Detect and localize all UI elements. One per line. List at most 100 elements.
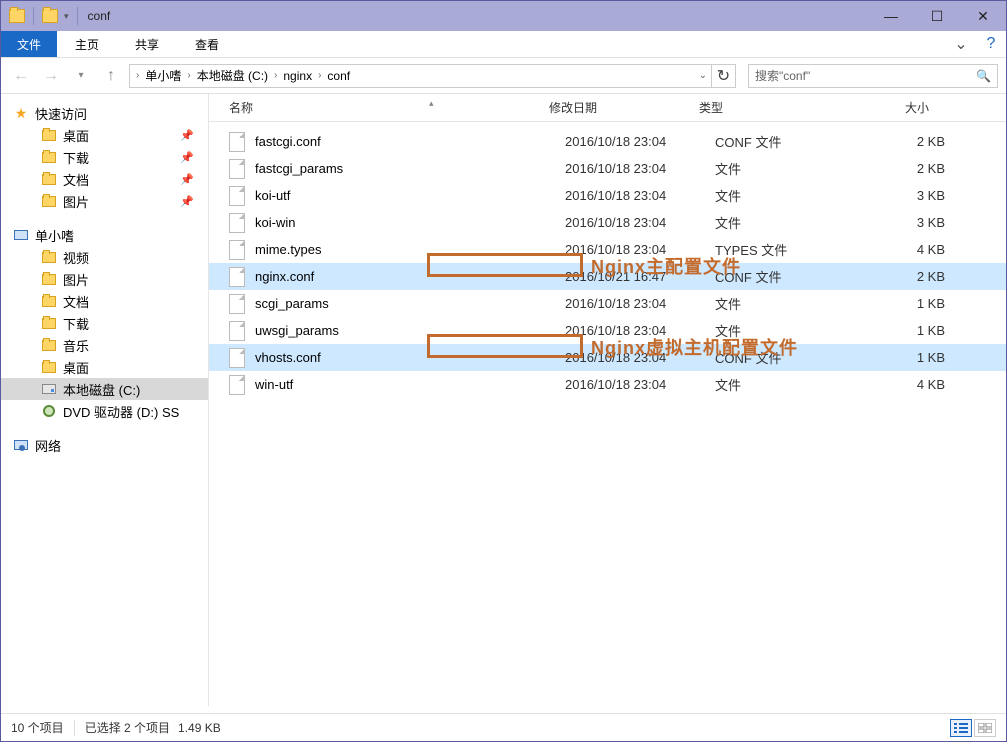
column-name[interactable]: 名称▴ [229, 99, 549, 116]
view-switcher [950, 719, 996, 737]
thumbnails-view-button[interactable] [974, 719, 996, 737]
folder-icon[interactable] [42, 9, 58, 23]
file-size: 4 KB [865, 377, 955, 392]
recent-locations-icon[interactable]: ▾ [69, 64, 93, 88]
file-row[interactable]: koi-win2016/10/18 23:04文件3 KB [209, 209, 1006, 236]
tree-item[interactable]: 桌面📌 [1, 124, 208, 146]
file-size: 1 KB [865, 323, 955, 338]
column-date[interactable]: 修改日期 [549, 99, 699, 116]
tree-item[interactable]: 图片 [1, 268, 208, 290]
file-name: fastcgi_params [255, 161, 565, 176]
details-view-button[interactable] [950, 719, 972, 737]
search-input[interactable]: 搜索"conf" 🔍 [748, 64, 998, 88]
file-row[interactable]: win-utf2016/10/18 23:04文件4 KB [209, 371, 1006, 398]
tree-item[interactable]: 图片📌 [1, 190, 208, 212]
chevron-right-icon[interactable]: › [318, 70, 321, 81]
breadcrumb-item[interactable]: nginx [279, 69, 316, 83]
qat-dropdown-icon[interactable]: ▾ [64, 11, 69, 22]
pin-icon: 📌 [180, 173, 194, 186]
chevron-right-icon[interactable]: › [274, 70, 277, 81]
tree-label: 文档 [63, 170, 89, 189]
folder-icon [41, 271, 57, 287]
tree-item[interactable]: 文档 📌 [1, 168, 208, 190]
tree-item[interactable]: 视频 [1, 246, 208, 268]
dvd-icon [41, 403, 57, 419]
minimize-button[interactable]: — [868, 1, 914, 31]
address-dropdown-icon[interactable]: ⌄ [699, 70, 707, 81]
tree-item[interactable]: 音乐 [1, 334, 208, 356]
forward-button[interactable]: → [39, 64, 63, 88]
folder-icon [41, 149, 57, 165]
file-name: win-utf [255, 377, 565, 392]
tree-item[interactable]: DVD 驱动器 (D:) SS [1, 400, 208, 422]
tree-label: 本地磁盘 (C:) [63, 380, 140, 399]
tree-item[interactable]: 桌面 [1, 356, 208, 378]
annotation-text: Nginx虚拟主机配置文件 [591, 334, 798, 360]
tree-label: 快速访问 [35, 104, 87, 123]
up-button[interactable]: ↑ [99, 64, 123, 88]
file-tab[interactable]: 文件 [1, 31, 57, 57]
breadcrumb-item[interactable]: 本地磁盘 (C:) [193, 67, 272, 84]
status-bar: 10 个项目 已选择 2 个项目 1.49 KB [1, 713, 1006, 741]
file-icon [229, 294, 245, 314]
file-type: 文件 [715, 375, 865, 394]
chevron-right-icon[interactable]: › [136, 70, 139, 81]
file-type: 文件 [715, 159, 865, 178]
star-icon: ★ [13, 105, 29, 121]
tree-this-pc[interactable]: 单小嗜 [1, 224, 208, 246]
column-size[interactable]: 大小 [849, 99, 939, 116]
file-date: 2016/10/18 23:04 [565, 296, 715, 311]
column-headers: 名称▴ 修改日期 类型 大小 [209, 94, 1006, 122]
separator [77, 7, 78, 25]
file-row[interactable]: fastcgi.conf2016/10/18 23:04CONF 文件2 KB [209, 128, 1006, 155]
close-button[interactable]: ✕ [960, 1, 1006, 31]
separator [33, 7, 34, 25]
tree-label: 图片 [63, 270, 89, 289]
file-name: uwsgi_params [255, 323, 565, 338]
file-name: scgi_params [255, 296, 565, 311]
file-row[interactable]: koi-utf2016/10/18 23:04文件3 KB [209, 182, 1006, 209]
tree-network[interactable]: 网络 [1, 434, 208, 456]
tree-item[interactable]: 本地磁盘 (C:) [1, 378, 208, 400]
tree-label: 下载 [63, 148, 89, 167]
file-icon [229, 159, 245, 179]
search-icon[interactable]: 🔍 [976, 69, 991, 83]
window-title: conf [88, 9, 111, 23]
chevron-right-icon[interactable]: › [187, 70, 190, 81]
folder-icon [41, 315, 57, 331]
navigation-pane[interactable]: ★ 快速访问 桌面📌下载📌文档📌图片📌 单小嗜 视频图片文档下载音乐桌面本地磁盘… [1, 94, 209, 706]
refresh-button[interactable]: ↻ [712, 64, 736, 88]
title-bar: ▾ conf — ☐ ✕ [1, 1, 1006, 31]
folder-icon [41, 249, 57, 265]
status-selected: 已选择 2 个项目 [85, 719, 170, 736]
file-row[interactable]: scgi_params2016/10/18 23:04文件1 KB [209, 290, 1006, 317]
file-row[interactable]: fastcgi_params2016/10/18 23:04文件2 KB [209, 155, 1006, 182]
window-controls: — ☐ ✕ [868, 1, 1006, 31]
search-placeholder: 搜索"conf" [755, 67, 810, 84]
back-button[interactable]: ← [9, 64, 33, 88]
tab-view[interactable]: 查看 [177, 31, 237, 57]
tree-quick-access[interactable]: ★ 快速访问 [1, 102, 208, 124]
maximize-button[interactable]: ☐ [914, 1, 960, 31]
ribbon-expand-icon[interactable]: ⌄ [946, 31, 976, 57]
help-icon[interactable]: ? [976, 31, 1006, 57]
folder-icon [41, 127, 57, 143]
tab-home[interactable]: 主页 [57, 31, 117, 57]
file-name: vhosts.conf [255, 350, 565, 365]
address-bar[interactable]: › 单小嗜 › 本地磁盘 (C:) › nginx › conf ⌄ [129, 64, 712, 88]
breadcrumb-item[interactable]: conf [323, 69, 354, 83]
file-date: 2016/10/18 23:04 [565, 161, 715, 176]
file-name: mime.types [255, 242, 565, 257]
file-size: 4 KB [865, 242, 955, 257]
column-type[interactable]: 类型 [699, 99, 849, 116]
file-name: koi-utf [255, 188, 565, 203]
file-size: 3 KB [865, 215, 955, 230]
breadcrumb-item[interactable]: 单小嗜 [141, 67, 185, 84]
tab-share[interactable]: 共享 [117, 31, 177, 57]
tree-item[interactable]: 文档 [1, 290, 208, 312]
pin-icon: 📌 [180, 129, 194, 142]
pc-icon [13, 227, 29, 243]
folder-icon [9, 9, 25, 23]
tree-item[interactable]: 下载📌 [1, 146, 208, 168]
tree-item[interactable]: 下载 [1, 312, 208, 334]
